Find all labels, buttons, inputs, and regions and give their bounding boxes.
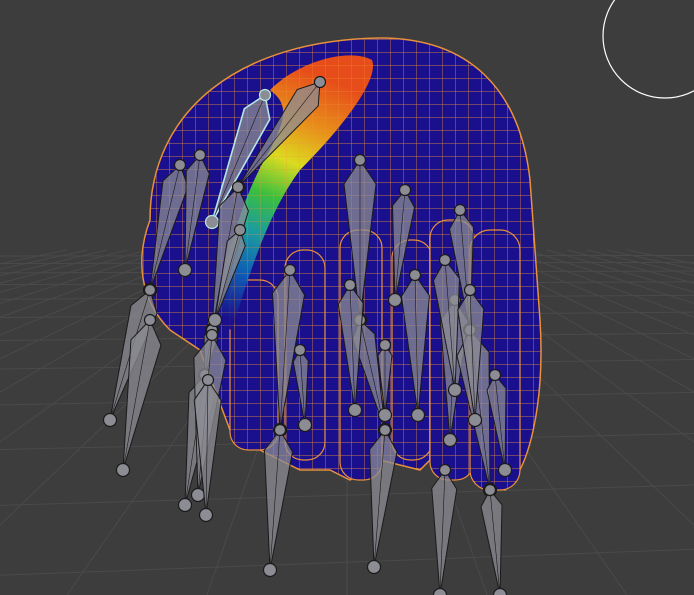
bone-joint[interactable] [410,407,426,423]
bone-joint[interactable] [453,203,467,217]
grid-line [546,249,694,293]
bone-joint[interactable] [204,214,220,230]
grid-line [0,249,68,265]
grid-line [526,249,694,304]
bone-joint[interactable] [366,559,382,575]
bone-joint[interactable] [193,148,207,162]
bone-joint[interactable] [497,462,513,478]
bone-joint[interactable] [177,262,193,278]
bone-joint[interactable] [173,158,187,172]
bone-joint[interactable] [432,587,448,595]
viewport-canvas[interactable] [0,0,694,595]
bone-joint[interactable] [297,417,313,433]
bone-joint[interactable] [143,283,157,297]
bone-joint[interactable] [353,153,367,167]
bone-joint[interactable] [387,292,403,308]
bone-joint[interactable] [273,423,287,437]
3d-viewport[interactable] [0,0,694,595]
bone-joint[interactable] [343,278,357,292]
bone-joint[interactable] [207,312,223,328]
bone-joint[interactable] [143,313,157,327]
grid-line [0,249,108,277]
grid-line [0,249,148,293]
bone-joint[interactable] [115,462,131,478]
bone-joint[interactable] [483,483,497,497]
bone-joint[interactable] [378,338,392,352]
grid-line [586,249,694,277]
bone-joint[interactable] [377,407,393,423]
bone-joint[interactable] [258,88,272,102]
bone-joint[interactable] [231,180,245,194]
bone-joint[interactable] [177,497,193,513]
bone-joint[interactable] [378,423,392,437]
bone-joint[interactable] [438,253,452,267]
bone-joint[interactable] [467,412,483,428]
bone-joint[interactable] [442,432,458,448]
bone-joint[interactable] [205,328,219,342]
bone-joint[interactable] [347,402,363,418]
bone-joint[interactable] [190,487,206,503]
bone-joint[interactable] [102,412,118,428]
bone-joint[interactable] [233,223,247,237]
grid-line [626,249,694,265]
bone-joint[interactable] [198,507,214,523]
bone-joint[interactable] [262,562,278,578]
bone-joint[interactable] [463,283,477,297]
bone-joint[interactable] [408,268,422,282]
bone-joint[interactable] [398,183,412,197]
bone-joint[interactable] [488,368,502,382]
bone-joint[interactable] [201,373,215,387]
grid-line [566,249,694,284]
bone-joint[interactable] [293,343,307,357]
bone-joint[interactable] [447,382,463,398]
bone-joint[interactable] [313,75,327,89]
bone-joint[interactable] [283,263,297,277]
brush-circle-icon[interactable] [602,0,694,99]
bone-joint[interactable] [492,587,508,595]
bone-joint[interactable] [438,463,452,477]
